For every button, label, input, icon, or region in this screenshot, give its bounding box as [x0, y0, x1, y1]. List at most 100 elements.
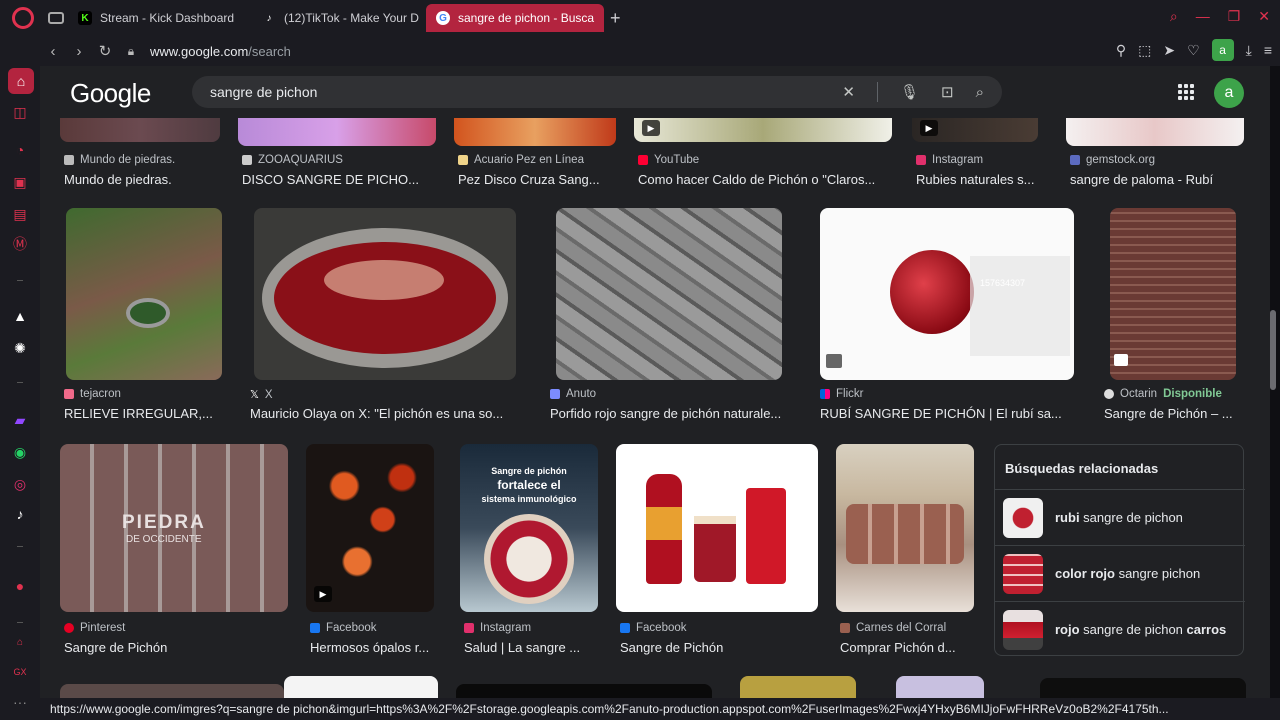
- result-image-peek[interactable]: [740, 676, 856, 698]
- result-image-peek[interactable]: [284, 676, 438, 698]
- result-source[interactable]: Facebook: [326, 622, 377, 634]
- result-card[interactable]: Facebook Sangre de Pichón: [616, 444, 822, 664]
- result-image[interactable]: [254, 208, 516, 380]
- send-icon[interactable]: ➤: [1163, 42, 1175, 59]
- result-source[interactable]: Facebook: [636, 622, 687, 634]
- heart-icon[interactable]: ♡: [1187, 42, 1200, 59]
- new-tab-plus-icon[interactable]: +: [610, 8, 621, 29]
- pin-icon[interactable]: ⚲: [1116, 42, 1126, 59]
- tab-tiktok[interactable]: ♪ (12)TikTok - Make Your D: [252, 4, 422, 32]
- result-title[interactable]: Hermosos ópalos r...: [310, 640, 440, 655]
- apps-grid-icon[interactable]: [1178, 84, 1194, 100]
- snapshot-icon[interactable]: ⬚: [1138, 42, 1151, 59]
- search-icon[interactable]: ⌕: [976, 84, 984, 101]
- tab-kick[interactable]: K Stream - Kick Dashboard: [68, 4, 248, 32]
- result-card[interactable]: Anuto Porfido rojo sangre de pichón natu…: [546, 208, 802, 428]
- aria-icon[interactable]: ▲: [10, 306, 30, 326]
- related-search-item[interactable]: rojo sangre de pichon carros: [995, 601, 1245, 657]
- result-source[interactable]: gemstock.org: [1086, 154, 1155, 166]
- result-image-peek[interactable]: [1040, 678, 1246, 698]
- result-card[interactable]: PIEDRA DE OCCIDENTE Pinterest Sangre de …: [60, 444, 292, 664]
- related-search-item[interactable]: rubi sangre de pichon: [995, 489, 1245, 545]
- download-icon[interactable]: ⤓: [1246, 42, 1252, 59]
- result-image[interactable]: [66, 208, 222, 380]
- result-image-peek[interactable]: [896, 676, 984, 698]
- result-image[interactable]: 157634307: [820, 208, 1074, 380]
- instagram-icon[interactable]: ◎: [10, 474, 30, 494]
- result-source[interactable]: Anuto: [566, 388, 596, 400]
- speed-icon[interactable]: ◔: [10, 140, 30, 160]
- result-source[interactable]: ZOOAQUARIUS: [258, 154, 343, 166]
- google-account-avatar[interactable]: a: [1214, 78, 1244, 108]
- result-title[interactable]: RELIEVE IRREGULAR,...: [64, 406, 224, 421]
- result-title[interactable]: Pez Disco Cruza Sang...: [458, 172, 614, 187]
- result-image[interactable]: PIEDRA DE OCCIDENTE: [60, 444, 288, 612]
- microphone-icon[interactable]: 🎙︎: [900, 83, 919, 101]
- pinboard-icon[interactable]: ⌂: [10, 632, 30, 652]
- gamepad-icon[interactable]: ◫: [10, 102, 30, 122]
- result-title[interactable]: Mundo de piedras.: [64, 172, 214, 187]
- lens-camera-icon[interactable]: ⊡: [941, 83, 954, 101]
- result-card[interactable]: 𝕏X Mauricio Olaya on X: "El pichón es un…: [246, 208, 536, 428]
- result-title[interactable]: DISCO SANGRE DE PICHO...: [242, 172, 432, 187]
- robot-icon[interactable]: ▣: [10, 172, 30, 192]
- result-source[interactable]: X: [265, 389, 273, 401]
- result-source[interactable]: YouTube: [654, 154, 699, 166]
- result-image[interactable]: [616, 444, 818, 612]
- result-title[interactable]: Porfido rojo sangre de pichón naturale..…: [550, 406, 798, 421]
- result-title[interactable]: Mauricio Olaya on X: "El pichón es una s…: [250, 406, 530, 421]
- result-title[interactable]: Sangre de Pichón: [64, 640, 288, 655]
- result-source[interactable]: Instagram: [480, 622, 531, 634]
- url-field[interactable]: www.google.com/search: [150, 44, 291, 59]
- related-search-item[interactable]: color rojo sangre pichon: [995, 545, 1245, 601]
- result-source[interactable]: Carnes del Corral: [856, 622, 946, 634]
- result-card[interactable]: ▶ Facebook Hermosos ópalos r...: [306, 444, 444, 664]
- result-card[interactable]: Octarin Disponible Sangre de Pichón – ...: [1100, 208, 1250, 428]
- tab-google-search[interactable]: G sangre de pichon - Busca: [426, 4, 604, 32]
- minimize-icon[interactable]: —: [1196, 8, 1210, 25]
- tiktok-icon[interactable]: ♪: [10, 504, 30, 524]
- result-image[interactable]: [556, 208, 782, 380]
- result-title[interactable]: Sangre de Pichón – ...: [1104, 406, 1244, 421]
- menu-icon[interactable]: ≡: [1264, 42, 1272, 58]
- clear-icon[interactable]: ✕: [842, 83, 855, 101]
- record-icon[interactable]: ●: [10, 576, 30, 596]
- result-image-peek[interactable]: [456, 684, 712, 698]
- search-input[interactable]: [210, 76, 810, 108]
- result-title[interactable]: Como hacer Caldo de Pichón o "Claros...: [638, 172, 892, 187]
- result-source[interactable]: Instagram: [932, 154, 983, 166]
- reload-icon[interactable]: ↻: [92, 42, 118, 60]
- forward-arrow-icon[interactable]: ›: [66, 43, 92, 60]
- result-title[interactable]: Comprar Pichón d...: [840, 640, 976, 655]
- result-title[interactable]: Rubies naturales s...: [916, 172, 1046, 187]
- result-title[interactable]: RUBÍ SANGRE DE PICHÓN | El rubí sa...: [820, 406, 1074, 421]
- result-source[interactable]: tejacron: [80, 388, 121, 400]
- result-card[interactable]: Carnes del Corral Comprar Pichón d...: [836, 444, 980, 664]
- result-image[interactable]: Sangre de pichón fortalece el sistema in…: [460, 444, 598, 612]
- more-icon[interactable]: ···: [10, 692, 30, 712]
- result-card[interactable]: Sangre de pichón fortalece el sistema in…: [460, 444, 602, 664]
- result-source[interactable]: Pinterest: [80, 622, 125, 634]
- close-icon[interactable]: ✕: [1258, 8, 1270, 25]
- result-image[interactable]: [1110, 208, 1236, 380]
- result-source[interactable]: Flickr: [836, 388, 863, 400]
- search-box[interactable]: ✕ 🎙︎ ⊡ ⌕: [192, 76, 1002, 108]
- search-tabs-icon[interactable]: ⌕: [1170, 8, 1178, 25]
- maximize-icon[interactable]: ❐: [1228, 8, 1241, 25]
- chatgpt-icon[interactable]: ✺: [10, 338, 30, 358]
- back-arrow-icon[interactable]: ‹: [40, 43, 66, 60]
- home-icon[interactable]: ⌂: [8, 68, 34, 94]
- workspaces-icon[interactable]: [48, 12, 64, 24]
- result-card[interactable]: 157634307 Flickr RUBÍ SANGRE DE PICHÓN |…: [816, 208, 1078, 428]
- result-source[interactable]: Acuario Pez en Línea: [474, 154, 584, 166]
- opera-logo-icon[interactable]: [12, 7, 34, 29]
- google-logo[interactable]: Google: [70, 78, 151, 109]
- page-scrollbar[interactable]: [1270, 310, 1276, 390]
- gx-icon[interactable]: GX: [10, 662, 30, 682]
- m-app-icon[interactable]: Ⓜ: [10, 234, 30, 254]
- twitch-glitch-icon[interactable]: ▤: [10, 204, 30, 224]
- whatsapp-icon[interactable]: ◉: [10, 442, 30, 462]
- result-source[interactable]: Octarin: [1120, 388, 1157, 400]
- result-image-peek[interactable]: [60, 684, 284, 698]
- result-source[interactable]: Mundo de piedras.: [80, 154, 175, 166]
